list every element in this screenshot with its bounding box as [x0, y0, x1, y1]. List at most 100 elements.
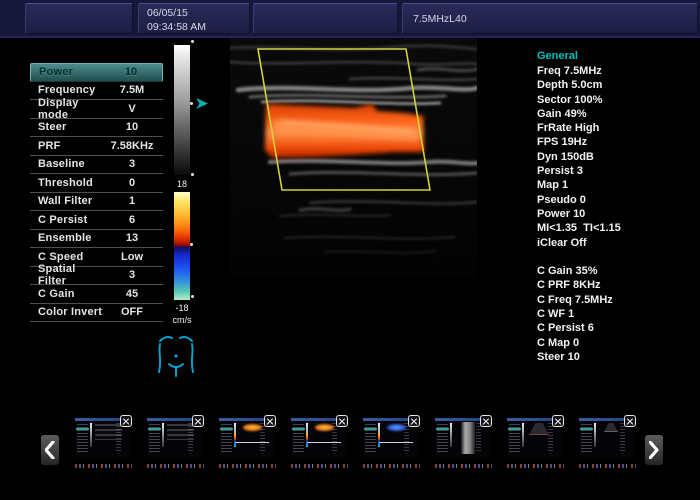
thumb-right-text	[260, 423, 265, 453]
time-label: 09:34:58 AM	[147, 21, 249, 35]
parameter-value: V	[103, 103, 161, 115]
thumbnail-item	[435, 418, 490, 468]
info-line: Sector 100%	[537, 94, 697, 108]
info-line: C Map 0	[537, 337, 697, 351]
thumbnail-image[interactable]	[363, 418, 418, 458]
thumbnail-image[interactable]	[507, 418, 562, 458]
parameter-row[interactable]: Display mode V	[30, 100, 163, 119]
abdomen-bodymark-icon	[150, 331, 202, 381]
thumbnail-close-icon[interactable]	[624, 415, 636, 427]
thumbnail-strip	[75, 418, 634, 468]
chevron-right-icon	[649, 441, 659, 459]
thumbnails-prev-button[interactable]	[41, 435, 59, 465]
velocity-unit-label: cm/s	[168, 315, 196, 325]
parameter-label: Display mode	[38, 97, 103, 121]
thumb-sector-fan	[604, 423, 618, 432]
thumb-right-text	[188, 423, 193, 453]
grayscale-map-bar	[174, 45, 190, 175]
thumb-right-text	[620, 423, 625, 453]
parameter-row[interactable]: Baseline 3	[30, 156, 163, 175]
thumbnail-image[interactable]	[75, 418, 130, 458]
parameter-value: 3	[103, 158, 161, 170]
thumb-sector-fan	[529, 423, 549, 435]
parameter-row[interactable]: Wall Filter 1	[30, 193, 163, 212]
ultrasound-image[interactable]	[230, 38, 477, 338]
scale-tick-dot	[191, 40, 194, 43]
info-panel-lines: Freq 7.5MHz Depth 5.0cm Sector 100% Gain…	[537, 65, 697, 365]
parameter-label: Spatial Filter	[38, 263, 103, 287]
thumbnail-item	[147, 418, 202, 468]
thumbnail-image[interactable]	[435, 418, 490, 458]
info-line: Map 1	[537, 179, 697, 193]
parameter-row[interactable]: Steer 10	[30, 119, 163, 138]
info-line: Steer 10	[537, 351, 697, 365]
scale-tick-dot	[191, 295, 194, 298]
chevron-left-icon	[45, 441, 55, 459]
parameter-row[interactable]: Spatial Filter 3	[30, 267, 163, 286]
thumb-right-text	[476, 423, 481, 453]
info-line: Dyn 150dB	[537, 151, 697, 165]
thumbnail-close-icon[interactable]	[120, 415, 132, 427]
date-label: 06/05/15	[147, 7, 249, 21]
thumbnail-item	[219, 418, 274, 468]
color-velocity-bar	[174, 192, 190, 300]
parameter-menu: Power 10 Frequency 7.5M Display mode V S…	[30, 63, 163, 322]
thumbnail-close-icon[interactable]	[480, 415, 492, 427]
info-line	[537, 251, 697, 265]
thumbnail-caption	[147, 464, 204, 468]
parameter-row[interactable]: Ensemble 13	[30, 230, 163, 249]
thumb-highlight-row	[436, 428, 449, 430]
thumbnails-next-button[interactable]	[645, 435, 663, 465]
thumbnail-caption	[219, 464, 276, 468]
thumb-highlight-row	[508, 428, 521, 430]
thumb-right-text	[332, 423, 337, 453]
thumb-right-text	[548, 423, 553, 453]
parameter-value: 10	[103, 121, 161, 133]
info-line: iClear Off	[537, 237, 697, 251]
info-line: FrRate High	[537, 122, 697, 136]
thumbnail-image[interactable]	[291, 418, 346, 458]
parameter-row[interactable]: C Gain 45	[30, 285, 163, 304]
thumbnail-close-icon[interactable]	[264, 415, 276, 427]
thumb-color-bar	[234, 433, 236, 447]
thumbnail-image[interactable]	[147, 418, 202, 458]
parameter-label: Baseline	[38, 158, 103, 170]
thumbnail-caption	[291, 464, 348, 468]
thumb-right-text	[116, 423, 121, 453]
thumbnail-item	[363, 418, 418, 468]
info-line: C Freq 7.5MHz	[537, 294, 697, 308]
parameter-row[interactable]: PRF 7.58KHz	[30, 137, 163, 156]
parameter-label: Steer	[38, 121, 103, 133]
thumb-grayscale-bar	[594, 423, 596, 447]
parameter-row[interactable]: C Persist 6	[30, 211, 163, 230]
parameter-label: Threshold	[38, 177, 103, 189]
parameter-label: C Gain	[38, 288, 103, 300]
thumbnail-close-icon[interactable]	[192, 415, 204, 427]
thumbnail-image[interactable]	[579, 418, 634, 458]
parameter-row[interactable]: Power 10	[30, 63, 163, 82]
thumbnail-close-icon[interactable]	[552, 415, 564, 427]
thumbnail-item	[291, 418, 346, 468]
hospital-info-box	[253, 3, 398, 34]
parameter-value: 45	[103, 288, 161, 300]
thumb-right-text	[404, 423, 409, 453]
thumbnail-item	[507, 418, 562, 468]
info-panel-title: General	[537, 50, 697, 65]
scale-tick-dot	[190, 102, 193, 105]
thumb-highlight-row	[220, 428, 233, 430]
parameter-row[interactable]: Color Invert OFF	[30, 304, 163, 323]
info-line: FPS 19Hz	[537, 136, 697, 150]
thumb-highlight-row	[148, 428, 161, 430]
parameter-value: 7.5M	[103, 84, 161, 96]
thumbnail-image[interactable]	[219, 418, 274, 458]
thumb-color-bar	[306, 433, 308, 447]
thumbnail-close-icon[interactable]	[408, 415, 420, 427]
velocity-max-label: 18	[174, 179, 190, 189]
thumbnail-close-icon[interactable]	[336, 415, 348, 427]
parameter-row[interactable]: Threshold 0	[30, 174, 163, 193]
parameter-value: 13	[103, 232, 161, 244]
parameter-value: 10	[102, 66, 160, 78]
parameter-value: 7.58KHz	[103, 140, 161, 152]
thumbnail-caption	[75, 464, 132, 468]
parameter-value: OFF	[103, 306, 161, 318]
